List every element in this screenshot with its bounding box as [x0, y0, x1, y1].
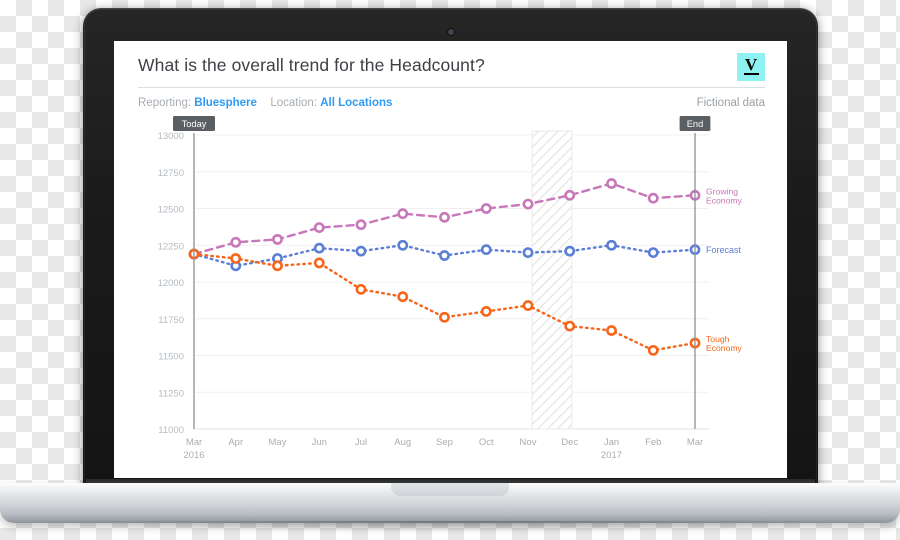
data-point[interactable]	[313, 242, 325, 254]
report-meta: Reporting: Bluesphere Location: All Loca…	[138, 88, 765, 109]
forecast-highlight-band	[531, 130, 573, 430]
y-axis-tick-label: 12750	[158, 168, 184, 179]
logo-bar	[743, 72, 759, 76]
marker-label-today: Today	[182, 119, 207, 129]
data-point[interactable]	[397, 208, 409, 220]
brand-logo: V	[737, 53, 765, 81]
laptop-screen: What is the overall trend for the Headco…	[114, 41, 787, 478]
data-point[interactable]	[564, 320, 576, 332]
data-point[interactable]	[230, 236, 242, 248]
series-label: Economy	[706, 195, 743, 205]
data-point[interactable]	[522, 247, 534, 258]
data-point[interactable]	[522, 198, 534, 210]
series-label: Economy	[706, 343, 743, 353]
data-point[interactable]	[439, 250, 450, 261]
page-header: What is the overall trend for the Headco…	[138, 53, 765, 87]
y-axis-tick-label: 12000	[158, 278, 184, 289]
x-axis-tick-label: Oct	[479, 437, 494, 448]
y-axis-tick-label: 12250	[158, 241, 184, 252]
y-axis-tick-label: 11000	[158, 425, 184, 436]
data-point[interactable]	[480, 203, 492, 214]
y-axis-tick-label: 13000	[158, 131, 184, 142]
x-axis-year-label: 2017	[601, 450, 622, 461]
logo-letter: V	[744, 54, 758, 74]
x-axis-tick-label: Sep	[436, 437, 453, 448]
y-axis-tick-label: 11500	[158, 352, 184, 363]
y-axis-tick-label: 11250	[158, 388, 184, 399]
data-point[interactable]	[480, 305, 492, 317]
y-axis-tick-label: 11750	[158, 315, 184, 326]
location-label: Location:	[270, 97, 317, 109]
series-label: Forecast	[706, 245, 742, 255]
data-point[interactable]	[647, 192, 659, 204]
laptop-base	[0, 483, 900, 523]
x-axis-tick-label: Apr	[228, 437, 243, 448]
data-note: Fictional data	[696, 97, 765, 109]
laptop-mockup: What is the overall trend for the Headco…	[0, 0, 900, 540]
data-point[interactable]	[272, 260, 283, 272]
webcam-icon	[447, 29, 454, 35]
x-axis-year-label: 2016	[183, 450, 204, 461]
data-point[interactable]	[355, 245, 367, 257]
data-point[interactable]	[313, 222, 325, 234]
reporting-label: Reporting:	[138, 97, 192, 109]
x-axis-tick-label: Feb	[645, 437, 661, 448]
x-axis-tick-label: Aug	[394, 437, 411, 448]
data-point[interactable]	[647, 344, 659, 356]
data-point[interactable]	[522, 300, 534, 311]
chart-svg: 13000 12750 12500 12250 12000 11750 11500 11250…	[158, 116, 743, 461]
location-value[interactable]: All Locations	[320, 97, 392, 109]
x-axis-tick-label: Jul	[355, 437, 367, 448]
data-point[interactable]	[439, 211, 450, 223]
data-point[interactable]	[647, 247, 659, 258]
data-point[interactable]	[439, 311, 450, 323]
laptop-shadow	[40, 521, 860, 532]
data-point[interactable]	[606, 239, 617, 251]
laptop-lid: What is the overall trend for the Headco…	[83, 8, 818, 492]
data-point[interactable]	[564, 245, 576, 257]
dashboard-page: What is the overall trend for the Headco…	[114, 41, 787, 478]
x-axis-tick-label: Mar	[186, 437, 202, 448]
page-title: What is the overall trend for the Headco…	[138, 55, 485, 75]
x-axis-tick-label: May	[269, 437, 287, 448]
data-point[interactable]	[397, 239, 409, 251]
data-point[interactable]	[355, 283, 367, 295]
x-axis-tick-label: Jan	[604, 437, 619, 448]
x-axis-tick-label: Jun	[312, 437, 327, 448]
y-axis-tick-label: 12500	[158, 205, 184, 216]
x-axis-tick-label: Mar	[687, 437, 703, 448]
data-point[interactable]	[230, 253, 242, 264]
marker-label-end: End	[687, 119, 704, 129]
data-point[interactable]	[606, 178, 617, 189]
data-point[interactable]	[564, 189, 576, 201]
data-point[interactable]	[355, 219, 367, 231]
reporting-value[interactable]: Bluesphere	[194, 97, 257, 109]
data-point[interactable]	[272, 233, 283, 245]
x-axis-tick-label: Nov	[520, 437, 537, 448]
series-line-tough-economy	[192, 252, 697, 352]
data-point[interactable]	[397, 291, 409, 303]
data-point[interactable]	[606, 325, 617, 336]
data-point[interactable]	[480, 244, 492, 256]
report-filters: Reporting: Bluesphere Location: All Loca…	[138, 97, 392, 109]
x-axis-tick-label: Dec	[561, 437, 578, 448]
data-point[interactable]	[313, 257, 325, 269]
headcount-trend-chart: 13000 12750 12500 12250 12000 11750 11500 11250…	[138, 115, 765, 475]
